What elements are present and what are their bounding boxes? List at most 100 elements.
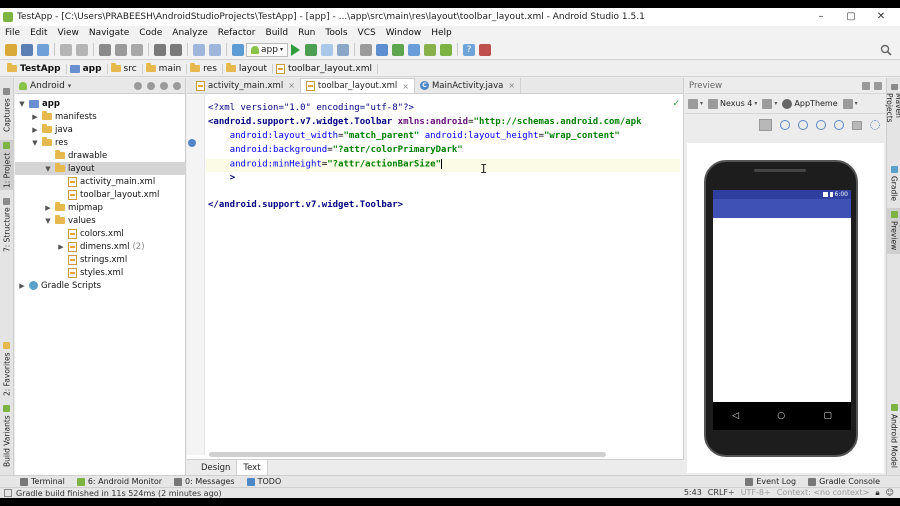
debug-icon[interactable] <box>304 43 317 56</box>
tree-item[interactable]: ▼ res <box>15 136 186 149</box>
close-icon[interactable]: × <box>288 81 295 90</box>
project-view-select[interactable]: Android <box>30 81 65 91</box>
sdk-manager-icon[interactable] <box>423 43 436 56</box>
activity-select[interactable]: ▾ <box>842 98 858 109</box>
collapsed-arrow-icon[interactable]: ▶ <box>31 113 39 121</box>
lock-icon[interactable]: 🔒︎ <box>875 488 879 498</box>
android-model-tab[interactable]: Android Model <box>887 403 900 469</box>
gear-icon[interactable] <box>862 81 870 90</box>
settings-icon[interactable] <box>375 43 388 56</box>
redo-icon[interactable] <box>76 43 88 56</box>
messages-tab[interactable]: 0: Messages <box>168 477 241 486</box>
breadcrumb-app[interactable]: app <box>67 63 108 74</box>
menu-navigate[interactable]: Navigate <box>84 28 134 38</box>
tree-item[interactable]: styles.xml <box>15 266 186 279</box>
gear-icon[interactable] <box>160 81 168 90</box>
android-monitor-tab[interactable]: 6: Android Monitor <box>71 477 168 486</box>
menu-code[interactable]: Code <box>134 28 167 38</box>
refresh-icon[interactable] <box>834 120 844 130</box>
tab-activity-main[interactable]: activity_main.xml × <box>191 78 301 93</box>
menu-run[interactable]: Run <box>293 28 320 38</box>
tree-item[interactable]: ▼ layout <box>15 162 186 175</box>
forward-icon[interactable] <box>209 43 221 56</box>
menu-analyze[interactable]: Analyze <box>167 28 212 38</box>
close-button[interactable]: ✕ <box>866 8 896 26</box>
expanded-arrow-icon[interactable]: ▼ <box>44 165 52 173</box>
context-indicator[interactable]: Context: <no context> <box>777 488 870 498</box>
preview-tab[interactable]: Preview <box>887 208 900 254</box>
close-icon[interactable]: × <box>402 82 409 91</box>
tree-item[interactable]: drawable <box>15 149 186 162</box>
run-config-select[interactable]: app ▾ <box>246 42 288 57</box>
tab-main-activity[interactable]: C MainActivity.java × <box>415 78 522 93</box>
avd-manager-icon[interactable] <box>407 43 420 56</box>
tree-item[interactable]: ▶ dimens.xml (2) <box>15 240 186 253</box>
menu-file[interactable]: File <box>0 28 25 38</box>
collapse-all-icon[interactable] <box>147 81 155 90</box>
status-message[interactable]: Gradle build finished in 11s 524ms (2 mi… <box>0 489 222 498</box>
tree-item[interactable]: ▼ values <box>15 214 186 227</box>
inspector-icon[interactable]: ☺ <box>886 488 894 498</box>
caret-position[interactable]: 5:43 <box>684 488 702 498</box>
breadcrumb-res[interactable]: res <box>187 63 223 74</box>
breadcrumb-file[interactable]: toolbar_layout.xml <box>273 63 379 74</box>
hide-icon[interactable] <box>173 81 181 90</box>
replace-icon[interactable] <box>170 43 182 56</box>
open-folder-icon[interactable] <box>5 43 17 56</box>
theme-select[interactable]: AppTheme <box>782 98 838 109</box>
hide-icon[interactable] <box>874 81 882 90</box>
save-all-icon[interactable] <box>21 43 33 56</box>
sync-icon[interactable] <box>134 81 142 90</box>
menu-tools[interactable]: Tools <box>320 28 352 38</box>
tree-item[interactable]: colors.xml <box>15 227 186 240</box>
tree-item[interactable]: toolbar_layout.xml <box>15 188 186 201</box>
minimize-button[interactable]: – <box>806 8 836 26</box>
line-separator[interactable]: CRLF÷ <box>708 488 735 498</box>
orientation-select[interactable]: ▾ <box>762 98 777 109</box>
android-device-monitor-icon[interactable] <box>478 43 491 56</box>
tab-toolbar-layout[interactable]: toolbar_layout.xml × <box>300 78 415 93</box>
todo-tab[interactable]: TODO <box>241 477 288 486</box>
terminal-tab[interactable]: Terminal <box>14 477 71 486</box>
breadcrumb-src[interactable]: src <box>108 63 143 74</box>
sync-icon[interactable] <box>37 43 49 56</box>
structure-tab[interactable]: 7: Structure <box>0 196 14 254</box>
settings-icon[interactable] <box>870 120 880 130</box>
class-marker-icon[interactable] <box>188 139 196 147</box>
attach-debugger-icon[interactable] <box>320 43 333 56</box>
zoom-in-icon[interactable] <box>798 120 808 130</box>
breadcrumb-layout[interactable]: layout <box>223 63 273 74</box>
tab-design[interactable]: Design <box>195 460 236 475</box>
event-log-tab[interactable]: Event Log <box>739 477 802 486</box>
tree-item[interactable]: ▼ app <box>15 97 186 110</box>
run-icon[interactable] <box>290 43 300 56</box>
copy-icon[interactable] <box>115 43 127 56</box>
menu-vcs[interactable]: VCS <box>353 28 381 38</box>
config-select[interactable]: ▾ <box>688 98 703 109</box>
collapsed-arrow-icon[interactable]: ▶ <box>18 282 26 290</box>
tree-item[interactable]: ▶ mipmap <box>15 201 186 214</box>
tree-item[interactable]: ▶ java <box>15 123 186 136</box>
tree-item[interactable]: ▶ manifests <box>15 110 186 123</box>
zoom-out-icon[interactable] <box>816 120 826 130</box>
tree-item[interactable]: activity_main.xml <box>15 175 186 188</box>
project-structure-icon[interactable] <box>359 43 372 56</box>
sync-gradle-icon[interactable] <box>391 43 404 56</box>
captures-tab[interactable]: Captures <box>0 84 14 136</box>
file-encoding[interactable]: UTF-8÷ <box>741 488 771 498</box>
menu-view[interactable]: View <box>53 28 84 38</box>
zoom-to-fit-icon[interactable] <box>759 119 772 131</box>
maven-projects-tab[interactable]: Maven Projects <box>885 84 900 146</box>
paste-icon[interactable] <box>131 43 143 56</box>
collapsed-arrow-icon[interactable]: ▶ <box>31 126 39 134</box>
help-icon[interactable]: ? <box>462 43 475 56</box>
menu-window[interactable]: Window <box>381 28 427 38</box>
collapsed-arrow-icon[interactable]: ▶ <box>57 243 65 251</box>
gradle-tab[interactable]: Gradle <box>887 162 900 204</box>
menu-refactor[interactable]: Refactor <box>213 28 261 38</box>
favorites-tab[interactable]: 2: Favorites <box>0 340 14 398</box>
menu-help[interactable]: Help <box>426 28 457 38</box>
breadcrumb-main[interactable]: main <box>143 63 188 74</box>
back-icon[interactable] <box>193 43 205 56</box>
android-monitor-icon[interactable] <box>439 43 452 56</box>
